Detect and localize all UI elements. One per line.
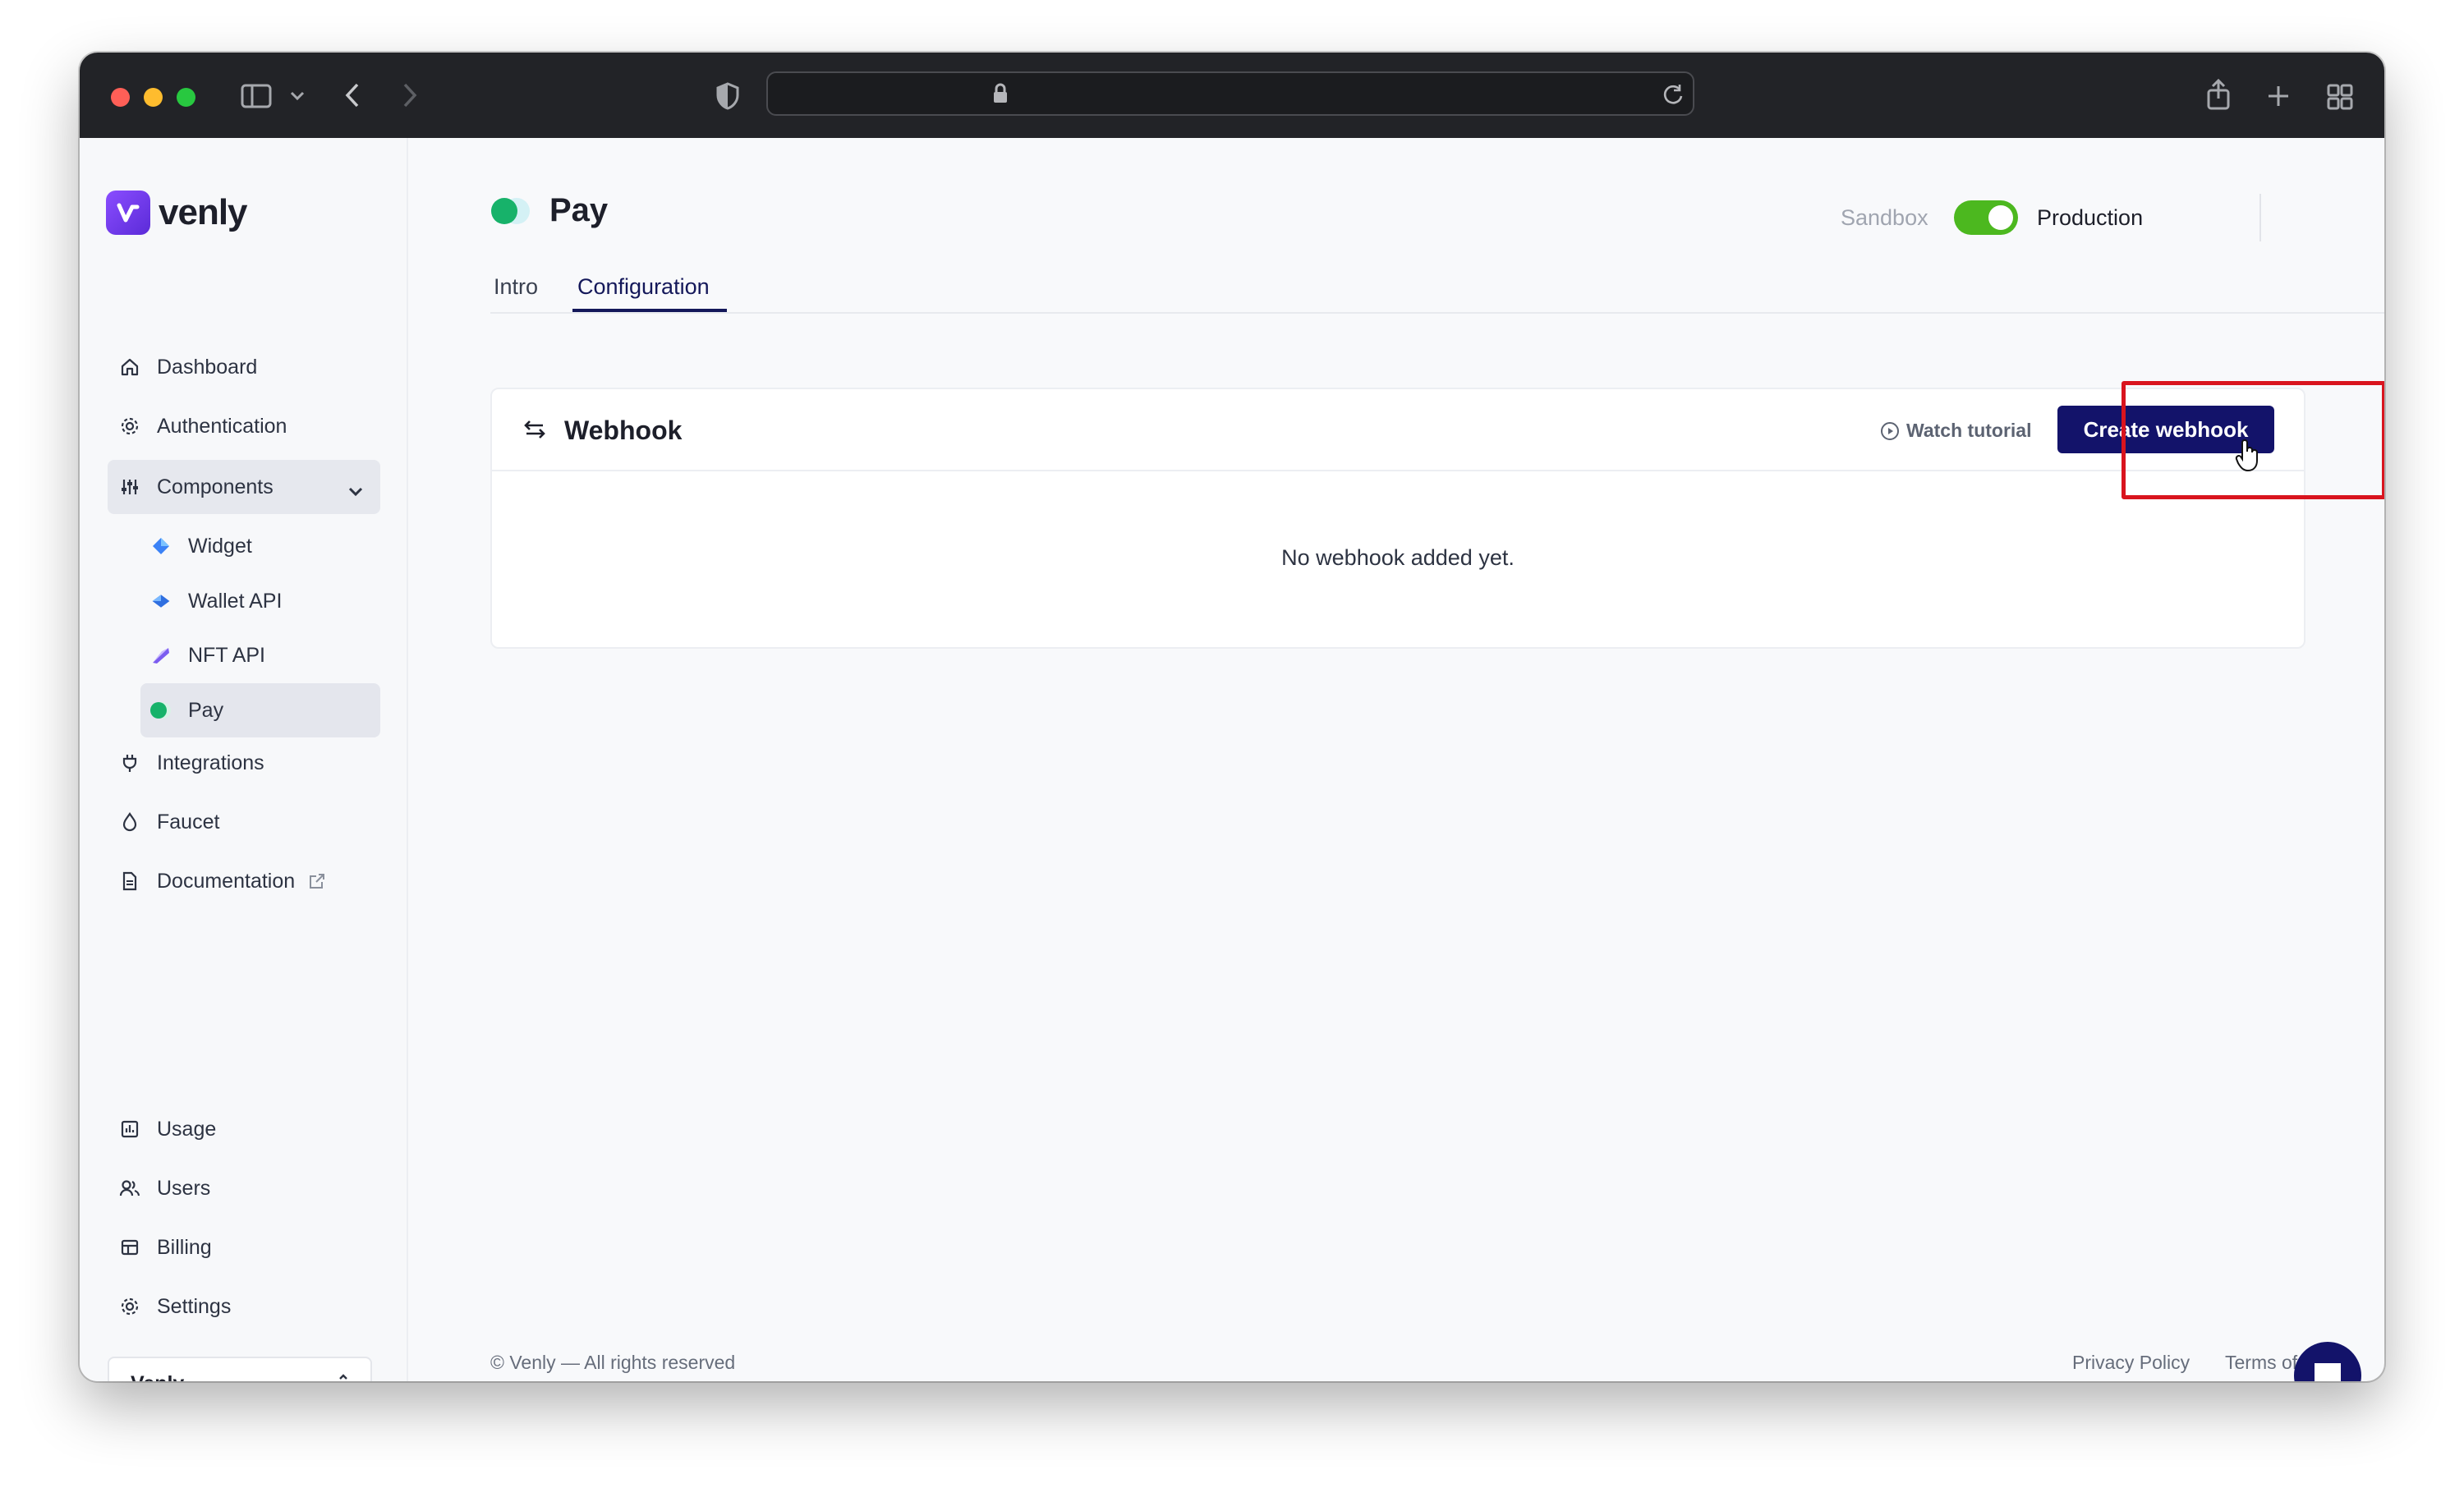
- privacy-policy-link[interactable]: Privacy Policy: [2072, 1352, 2190, 1374]
- page-header: Pay: [490, 192, 608, 229]
- sidebar-item-documentation[interactable]: Documentation: [108, 854, 408, 908]
- tab-configuration[interactable]: Configuration: [572, 274, 727, 312]
- maximize-window-button[interactable]: [177, 88, 195, 107]
- watch-tutorial-link[interactable]: Watch tutorial: [1880, 420, 2031, 442]
- new-tab-icon[interactable]: [2266, 84, 2291, 113]
- widget-icon: [150, 535, 172, 557]
- empty-state-message: No webhook added yet.: [1281, 545, 1515, 570]
- sidebar-item-label: Integrations: [157, 751, 264, 774]
- tab-bar: Intro Configuration: [490, 274, 2384, 314]
- minimize-window-button[interactable]: [144, 88, 163, 107]
- wallet-api-icon: [150, 590, 172, 612]
- env-production-label[interactable]: Production: [2037, 205, 2143, 231]
- pay-icon: [150, 700, 172, 721]
- venly-logo[interactable]: venly: [106, 191, 248, 235]
- external-link-icon: [308, 872, 326, 890]
- sidebar-item-label: Documentation: [157, 869, 296, 893]
- play-circle-icon: [1880, 421, 1900, 441]
- drop-icon: [119, 811, 140, 833]
- sliders-icon: [119, 476, 140, 498]
- sidebar-item-label: Widget: [188, 534, 252, 558]
- sidebar-item-label: Billing: [157, 1235, 212, 1259]
- swap-arrows-icon: [523, 419, 546, 444]
- address-bar[interactable]: [766, 71, 1694, 116]
- plug-icon: [119, 752, 140, 774]
- sidebar-item-integrations[interactable]: Integrations: [108, 736, 408, 790]
- sidebar-item-label: Dashboard: [157, 355, 258, 379]
- chat-button[interactable]: [2294, 1342, 2361, 1381]
- nft-api-icon: [150, 645, 172, 666]
- page-title: Pay: [549, 192, 609, 228]
- sidebar-item-label: Pay: [188, 698, 224, 722]
- chat-bubble-icon: [2311, 1360, 2344, 1381]
- sidebar-item-settings[interactable]: Settings: [108, 1279, 408, 1334]
- home-icon: [119, 356, 140, 378]
- sidebar-item-label: Usage: [157, 1117, 217, 1141]
- environment-toggle[interactable]: [1954, 200, 2018, 235]
- sidebar-item-label: NFT API: [188, 643, 266, 667]
- gear-icon: [119, 1296, 140, 1317]
- sidebar-item-faucet[interactable]: Faucet: [108, 795, 408, 849]
- sidebar-item-users[interactable]: Users: [108, 1161, 408, 1215]
- webhook-card-title: Webhook: [564, 416, 683, 445]
- webhook-card-header: Webhook Watch tutorial Create webhook: [492, 389, 2304, 471]
- sidebar: venly Dashboard Authentication Component…: [80, 138, 408, 1381]
- webhook-card: Webhook Watch tutorial Create webhook No…: [490, 388, 2305, 649]
- reload-icon[interactable]: [1662, 83, 1685, 110]
- sidebar-item-authentication[interactable]: Authentication: [108, 399, 408, 453]
- share-icon[interactable]: [2205, 78, 2232, 114]
- sidebar-subitem-widget[interactable]: Widget: [140, 519, 380, 573]
- sidebar-item-usage[interactable]: Usage: [108, 1102, 408, 1156]
- tab-intro[interactable]: Intro: [494, 274, 545, 312]
- pay-icon: [490, 197, 533, 225]
- organization-select[interactable]: Venly: [108, 1357, 372, 1381]
- document-icon: [119, 870, 140, 892]
- sidebar-item-label: Users: [157, 1176, 211, 1200]
- env-sandbox-label[interactable]: Sandbox: [1841, 205, 1928, 231]
- organization-name: Venly: [131, 1372, 184, 1382]
- sidebar-subitem-wallet-api[interactable]: Wallet API: [140, 574, 380, 628]
- copyright-text: © Venly — All rights reserved: [490, 1352, 736, 1373]
- lock-icon: [992, 83, 1009, 108]
- chevron-down-icon[interactable]: [290, 90, 305, 105]
- forward-icon[interactable]: [402, 82, 418, 113]
- sidebar-item-billing[interactable]: Billing: [108, 1220, 408, 1274]
- billing-icon: [119, 1237, 140, 1258]
- browser-window: venly Dashboard Authentication Component…: [80, 53, 2384, 1381]
- chart-icon: [119, 1118, 140, 1140]
- watch-tutorial-label: Watch tutorial: [1906, 420, 2032, 441]
- sidebar-item-dashboard[interactable]: Dashboard: [108, 340, 408, 394]
- sidebar-item-label: Faucet: [157, 810, 220, 834]
- gear-icon: [119, 416, 140, 437]
- sidebar-toggle-icon[interactable]: [241, 84, 272, 113]
- sidebar-item-label: Settings: [157, 1294, 232, 1318]
- privacy-shield-icon[interactable]: [715, 82, 740, 114]
- sidebar-item-label: Authentication: [157, 414, 287, 438]
- tab-overview-icon[interactable]: [2327, 84, 2353, 114]
- sidebar-subitem-nft-api[interactable]: NFT API: [140, 628, 380, 682]
- sidebar-subitem-pay[interactable]: Pay: [140, 683, 380, 737]
- select-arrows-icon: [338, 1372, 349, 1382]
- brand-name: venly: [159, 192, 248, 232]
- users-icon: [119, 1178, 140, 1199]
- sidebar-item-label: Wallet API: [188, 589, 283, 613]
- sidebar-item-components[interactable]: Components: [108, 460, 380, 514]
- chevron-down-icon[interactable]: [347, 480, 364, 503]
- header-divider: [2259, 194, 2261, 241]
- browser-toolbar: [80, 53, 2384, 138]
- main-content: Pay Sandbox Production A Intro Configura…: [408, 138, 2384, 1381]
- back-icon[interactable]: [344, 82, 361, 113]
- hand-cursor-icon: [2235, 439, 2261, 477]
- venly-logo-icon: [106, 191, 150, 235]
- sidebar-item-label: Components: [157, 475, 274, 498]
- close-window-button[interactable]: [111, 88, 130, 107]
